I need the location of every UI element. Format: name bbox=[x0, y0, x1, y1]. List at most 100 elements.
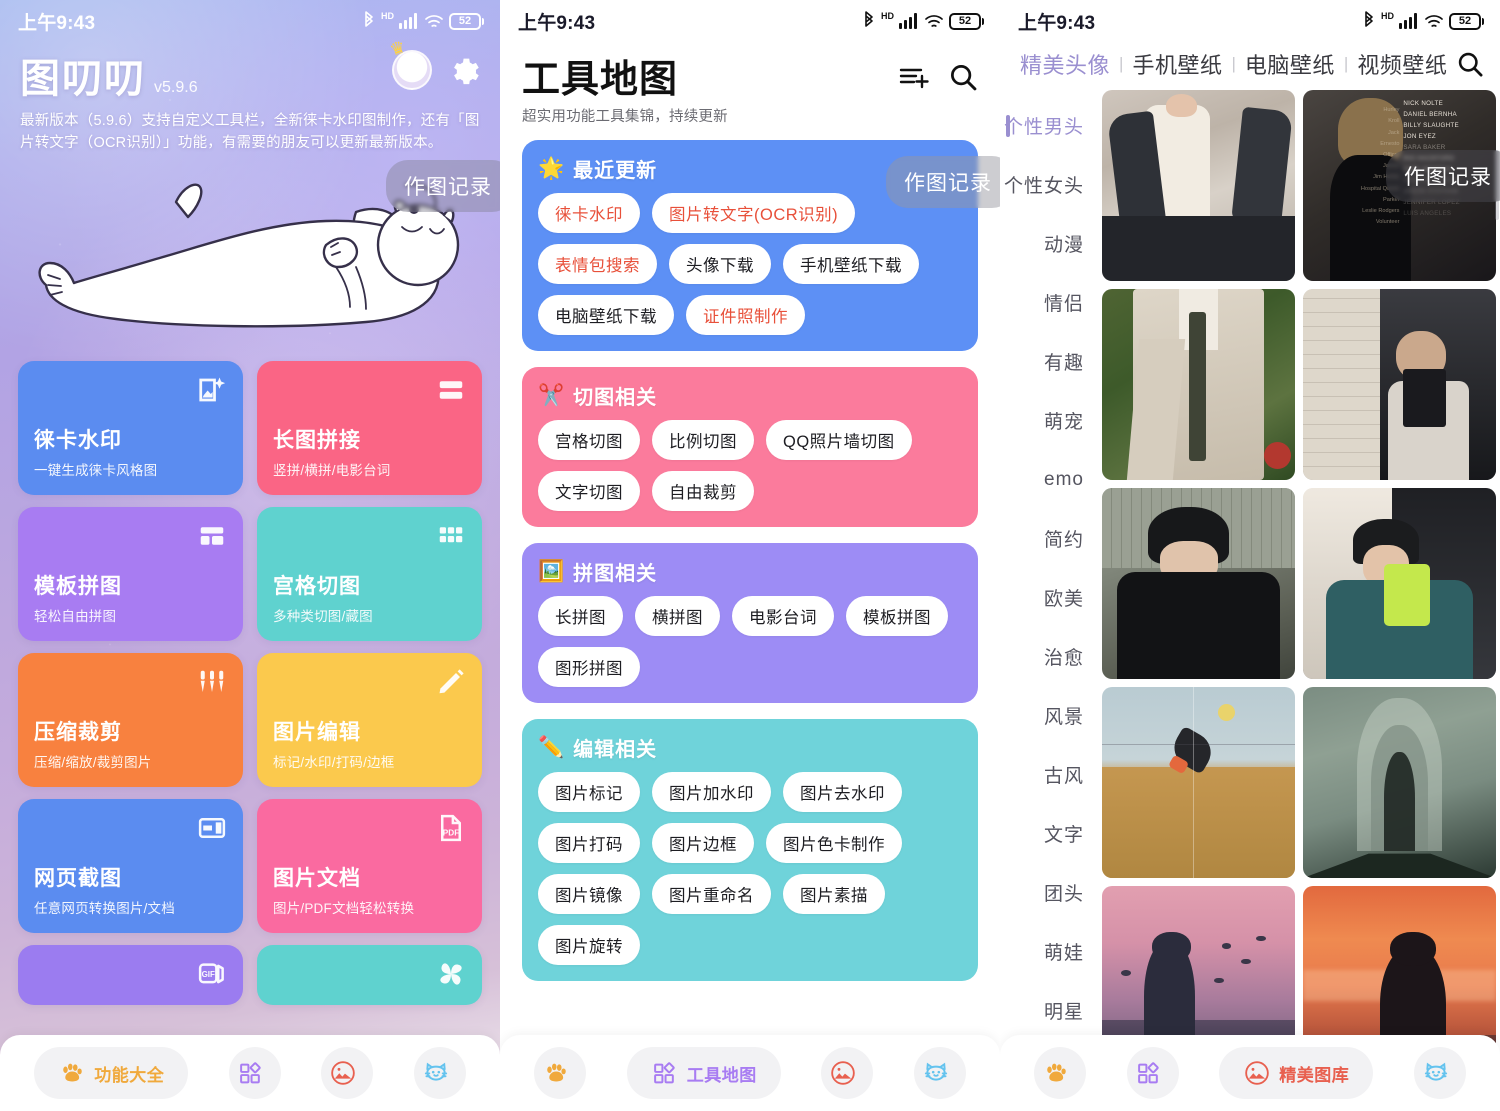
feature-card[interactable]: 网页截图 任意网页转换图片/文档 bbox=[18, 798, 243, 933]
feature-card[interactable]: GIF bbox=[18, 944, 243, 1005]
drawing-history-button-1[interactable]: 作图记录 bbox=[386, 160, 500, 212]
tab-phone-wallpaper[interactable]: 手机壁纸 bbox=[1126, 48, 1228, 80]
nav-item-mine[interactable] bbox=[1413, 1047, 1466, 1099]
tool-chip[interactable]: 文字切图 bbox=[538, 471, 640, 511]
tool-chip[interactable]: 徕卡水印 bbox=[538, 193, 640, 233]
nav-item-toolmap[interactable]: 工具地图 bbox=[626, 1047, 781, 1099]
sidebar-item-healing[interactable]: 治愈 bbox=[1000, 627, 1100, 686]
photo-thumbnail[interactable] bbox=[1102, 687, 1295, 878]
sidebar-item-cute-pets[interactable]: 萌宠 bbox=[1000, 391, 1100, 450]
tool-chip[interactable]: 图片色卡制作 bbox=[766, 823, 902, 863]
sidebar-item-male-avatars[interactable]: 个性男头 bbox=[1000, 96, 1100, 155]
sidebar-item-fun[interactable]: 有趣 bbox=[1000, 332, 1100, 391]
list-add-icon[interactable] bbox=[898, 62, 932, 92]
hd-badge: HD bbox=[381, 10, 394, 21]
tool-chip[interactable]: 模板拼图 bbox=[846, 596, 948, 636]
app-version: v5.9.6 bbox=[154, 79, 198, 96]
svg-text:GIF: GIF bbox=[202, 970, 215, 979]
search-icon[interactable] bbox=[948, 62, 978, 92]
photo-thumbnail[interactable] bbox=[1303, 289, 1496, 480]
tool-chip[interactable]: 表情包搜索 bbox=[538, 244, 657, 284]
nav-item-features[interactable]: 功能大全 bbox=[34, 1047, 189, 1099]
feature-card-grid: 徕卡水印 一键生成徕卡风格图 长图拼接 竖拼/横拼/电影台词 模板拼图 轻松自由… bbox=[0, 360, 500, 1005]
tool-section: ✏️ 编辑相关 图片标记 图片加水印 图片去水印 图片打码 图片边框 图片色卡制… bbox=[522, 719, 978, 981]
tool-chip[interactable]: 横拼图 bbox=[635, 596, 720, 636]
sidebar-item-kids[interactable]: 萌娃 bbox=[1000, 922, 1100, 981]
tool-chip[interactable]: 图片旋转 bbox=[538, 925, 640, 965]
tool-chip[interactable]: 图形拼图 bbox=[538, 647, 640, 687]
nav-item-gallery[interactable] bbox=[821, 1047, 874, 1099]
sidebar-item-couples[interactable]: 情侣 bbox=[1000, 273, 1100, 332]
tool-chip[interactable]: 图片去水印 bbox=[783, 772, 902, 812]
tool-chip[interactable]: 自由裁剪 bbox=[652, 471, 754, 511]
sidebar-item-emo[interactable]: emo bbox=[1000, 450, 1100, 509]
sidebar-item-celebrity[interactable]: 明星 bbox=[1000, 981, 1100, 1040]
card-subtitle: 标记/水印/打码/边框 bbox=[273, 754, 395, 770]
sidebar-item-female-avatars[interactable]: 个性女头 bbox=[1000, 155, 1100, 214]
feature-card[interactable]: 模板拼图 轻松自由拼图 bbox=[18, 506, 243, 641]
nav-item-gallery[interactable] bbox=[321, 1047, 374, 1099]
nav-item-mine[interactable] bbox=[413, 1047, 466, 1099]
nav-item-mine[interactable] bbox=[913, 1047, 966, 1099]
feature-card[interactable]: 压缩裁剪 压缩/缩放/裁剪图片 bbox=[18, 652, 243, 787]
gear-icon[interactable] bbox=[446, 53, 480, 87]
sidebar-item-minimal[interactable]: 简约 bbox=[1000, 509, 1100, 568]
crowned-cat-avatar[interactable]: ♛ 🐱 bbox=[387, 37, 432, 90]
nav-item-features[interactable] bbox=[534, 1047, 587, 1099]
photo-thumbnail[interactable] bbox=[1102, 488, 1295, 679]
feature-card[interactable] bbox=[257, 944, 482, 1005]
tab-video-wallpaper[interactable]: 视频壁纸 bbox=[1351, 48, 1453, 80]
section-title: 切图相关 bbox=[573, 387, 658, 409]
status-icons: HD 52 bbox=[862, 11, 984, 31]
tool-chip[interactable]: 宫格切图 bbox=[538, 420, 640, 460]
tool-chip[interactable]: 头像下载 bbox=[669, 244, 771, 284]
photo-thumbnail[interactable] bbox=[1102, 289, 1295, 480]
tool-chip[interactable]: 长拼图 bbox=[538, 596, 623, 636]
sidebar-item-ancient-style[interactable]: 古风 bbox=[1000, 745, 1100, 804]
tool-chip[interactable]: 图片镜像 bbox=[538, 874, 640, 914]
sidebar-item-anime[interactable]: 动漫 bbox=[1000, 214, 1100, 273]
tool-chip[interactable]: 图片标记 bbox=[538, 772, 640, 812]
layout-template-icon bbox=[200, 527, 224, 545]
tool-chip[interactable]: 图片加水印 bbox=[652, 772, 771, 812]
search-icon[interactable] bbox=[1456, 50, 1484, 78]
nav-item-toolmap[interactable] bbox=[1126, 1047, 1179, 1099]
tool-chip[interactable]: QQ照片墙切图 bbox=[766, 420, 912, 460]
sidebar-item-scenery[interactable]: 风景 bbox=[1000, 686, 1100, 745]
feature-card[interactable]: PDF 图片文档 图片/PDF文档轻松转换 bbox=[257, 798, 482, 933]
webpage-capture-icon bbox=[198, 817, 226, 838]
nav-item-toolmap[interactable] bbox=[228, 1047, 281, 1099]
tab-avatars[interactable]: 精美头像 bbox=[1014, 48, 1116, 80]
feature-card[interactable]: 徕卡水印 一键生成徕卡风格图 bbox=[18, 360, 243, 495]
drawing-history-button-3[interactable]: 作图记录 bbox=[1386, 150, 1500, 202]
tool-chip[interactable]: 图片转文字(OCR识别) bbox=[652, 193, 856, 233]
card-subtitle: 任意网页转换图片/文档 bbox=[34, 900, 175, 916]
star-icon: 🌟 bbox=[538, 157, 565, 180]
feature-card[interactable]: 图片编辑 标记/水印/打码/边框 bbox=[257, 652, 482, 787]
tool-chip[interactable]: 手机壁纸下载 bbox=[783, 244, 919, 284]
tab-pc-wallpaper[interactable]: 电脑壁纸 bbox=[1239, 48, 1341, 80]
drawing-history-button-2[interactable]: 作图记录 bbox=[886, 156, 1000, 208]
card-subtitle: 图片/PDF文档轻松转换 bbox=[273, 900, 415, 916]
sidebar-item-text[interactable]: 文字 bbox=[1000, 804, 1100, 863]
feature-card[interactable]: 长图拼接 竖拼/横拼/电影台词 bbox=[257, 360, 482, 495]
tool-chip[interactable]: 图片素描 bbox=[783, 874, 885, 914]
photo-thumbnail[interactable] bbox=[1102, 90, 1295, 281]
tool-chip[interactable]: 比例切图 bbox=[652, 420, 754, 460]
sidebar-item-western[interactable]: 欧美 bbox=[1000, 568, 1100, 627]
photo-thumbnail[interactable] bbox=[1303, 687, 1496, 878]
paw-icon bbox=[58, 1059, 86, 1087]
tool-chip[interactable]: 图片边框 bbox=[652, 823, 754, 863]
tool-chip[interactable]: 证件照制作 bbox=[686, 295, 805, 335]
tool-chip[interactable]: 图片重命名 bbox=[652, 874, 771, 914]
photo-thumbnail[interactable] bbox=[1303, 488, 1496, 679]
sidebar-item-group[interactable]: 团头 bbox=[1000, 863, 1100, 922]
tool-section: 🖼️ 拼图相关 长拼图 横拼图 电影台词 模板拼图 图形拼图 bbox=[522, 543, 978, 703]
tool-chip[interactable]: 电脑壁纸下载 bbox=[538, 295, 674, 335]
tool-chip[interactable]: 图片打码 bbox=[538, 823, 640, 863]
cat-avatar-face: 🐱 bbox=[401, 59, 423, 81]
nav-item-features[interactable] bbox=[1034, 1047, 1087, 1099]
nav-item-gallery[interactable]: 精美图库 bbox=[1219, 1047, 1374, 1099]
feature-card[interactable]: 宫格切图 多种类切图/藏图 bbox=[257, 506, 482, 641]
tool-chip[interactable]: 电影台词 bbox=[732, 596, 834, 636]
